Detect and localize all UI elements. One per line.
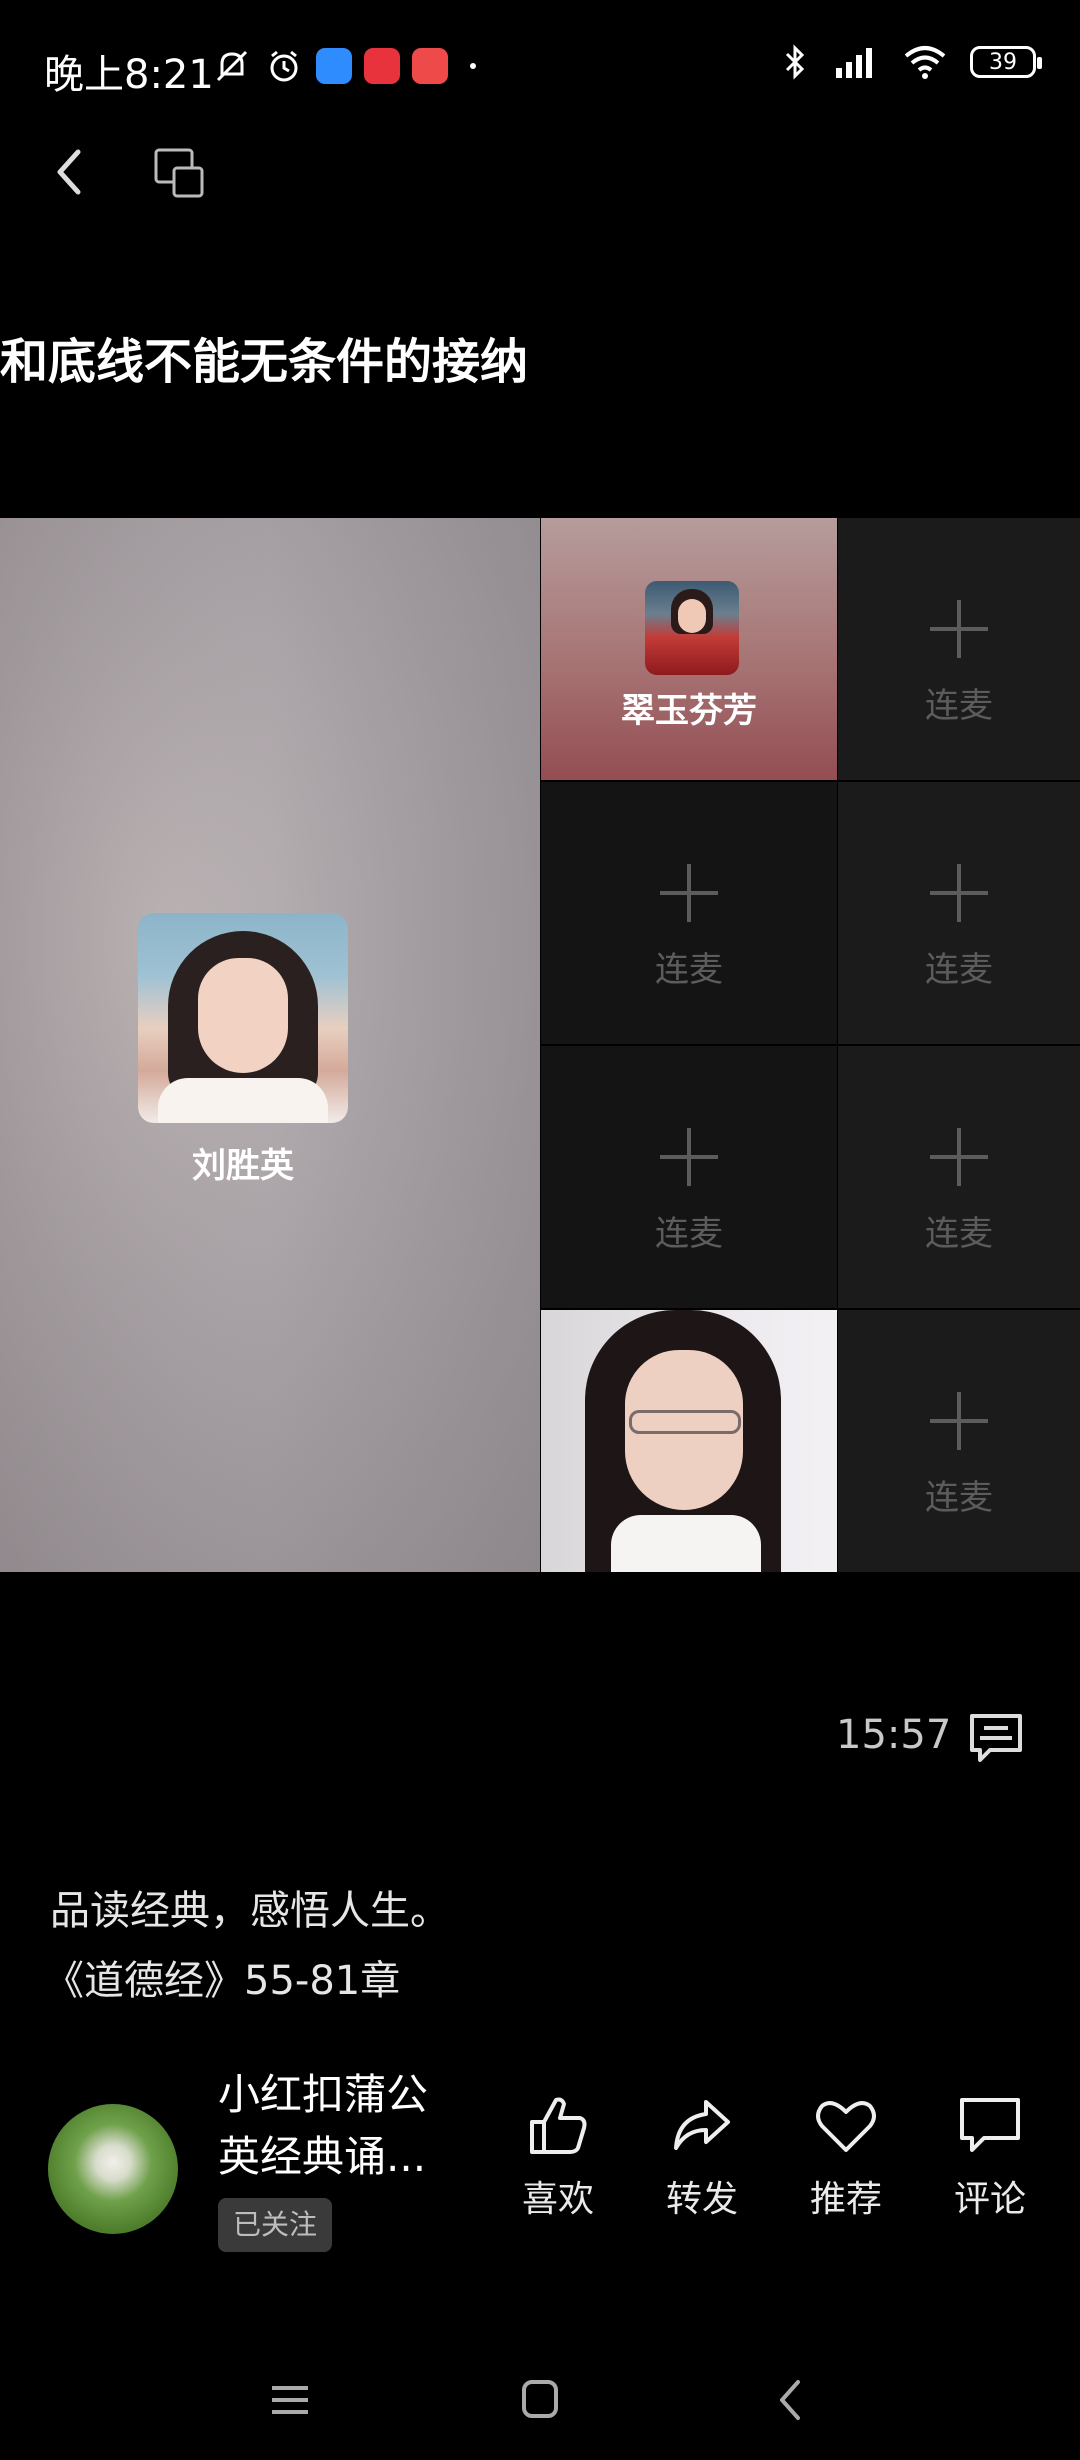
mic-slot-label: 连麦 bbox=[925, 950, 993, 990]
signal-icon bbox=[836, 48, 872, 78]
mic-slot-label: 连麦 bbox=[925, 1478, 993, 1518]
guest-avatar bbox=[645, 581, 739, 675]
app-icon-blue bbox=[316, 48, 352, 84]
description-line2: 《道德经》55-81章 bbox=[44, 1958, 401, 2004]
mic-slot[interactable]: 连麦 bbox=[541, 1046, 837, 1308]
alarm-icon bbox=[270, 50, 298, 82]
share-button[interactable]: 转发 bbox=[652, 2090, 752, 2222]
recommend-button[interactable]: 推荐 bbox=[796, 2090, 896, 2222]
share-icon bbox=[674, 2100, 730, 2150]
mic-slot[interactable]: 连麦 bbox=[838, 1310, 1080, 1572]
bluetooth-icon bbox=[785, 44, 805, 80]
plus-icon bbox=[930, 1128, 988, 1186]
comment-label: 评论 bbox=[953, 2179, 1026, 2220]
mic-slot-label: 连麦 bbox=[655, 1214, 723, 1254]
status-time: 晚上8:21 bbox=[44, 52, 214, 98]
live-grid: 刘胜英 翠玉芬芳 连麦 连麦 连麦 连麦 连麦 连麦 bbox=[0, 518, 1080, 1572]
live-duration: 15:57 bbox=[836, 1712, 952, 1758]
plus-icon bbox=[930, 864, 988, 922]
share-label: 转发 bbox=[665, 2179, 738, 2220]
mute-icon bbox=[216, 50, 248, 82]
like-label: 喜欢 bbox=[521, 2179, 594, 2220]
battery-icon: 39 bbox=[970, 46, 1042, 78]
mic-slot[interactable]: 连麦 bbox=[838, 518, 1080, 780]
recommend-label: 推荐 bbox=[809, 2179, 882, 2220]
mic-slot[interactable]: 连麦 bbox=[541, 782, 837, 1044]
thumbs-up-icon bbox=[530, 2097, 587, 2154]
danmaku-icon[interactable] bbox=[966, 1710, 1026, 1766]
mic-slot-label: 连麦 bbox=[655, 950, 723, 990]
speaker-video[interactable] bbox=[541, 1310, 837, 1572]
status-left-icons bbox=[212, 46, 476, 86]
dot-icon bbox=[470, 63, 476, 69]
comment-icon bbox=[960, 2098, 1020, 2152]
comment-button[interactable]: 评论 bbox=[940, 2090, 1040, 2222]
nav-back-icon[interactable] bbox=[760, 2370, 820, 2430]
host-cell[interactable]: 刘胜英 bbox=[0, 518, 540, 1572]
home-icon[interactable] bbox=[510, 2370, 570, 2430]
app-icon-red bbox=[412, 48, 448, 84]
wifi-icon bbox=[904, 46, 946, 79]
mini-window-icon[interactable] bbox=[150, 144, 210, 202]
plus-icon bbox=[660, 1128, 718, 1186]
mic-slot-label: 连麦 bbox=[925, 686, 993, 726]
plus-icon bbox=[660, 864, 718, 922]
guest-cell[interactable]: 翠玉芬芳 bbox=[541, 518, 837, 780]
guest-name: 翠玉芬芳 bbox=[621, 691, 757, 731]
plus-icon bbox=[930, 1392, 988, 1450]
mic-slot[interactable]: 连麦 bbox=[838, 782, 1080, 1044]
follow-status-badge[interactable]: 已关注 bbox=[218, 2198, 332, 2252]
author-name[interactable]: 小红扣蒲公英经典诵... bbox=[218, 2064, 468, 2188]
like-button[interactable]: 喜欢 bbox=[508, 2090, 608, 2222]
description-line1: 品读经典，感悟人生。 bbox=[50, 1888, 450, 1934]
banner-text: 和底线不能无条件的接纳 bbox=[0, 334, 529, 390]
status-bar: 晚上8:21 39 bbox=[0, 0, 1080, 140]
plus-icon bbox=[930, 600, 988, 658]
status-right-icons: 39 bbox=[780, 42, 1042, 82]
menu-icon[interactable] bbox=[260, 2370, 320, 2430]
mic-slot[interactable]: 连麦 bbox=[838, 1046, 1080, 1308]
host-avatar bbox=[138, 913, 348, 1123]
back-icon[interactable] bbox=[40, 140, 100, 204]
app-icon-red-heart bbox=[364, 48, 400, 84]
host-name: 刘胜英 bbox=[192, 1146, 294, 1186]
heart-icon bbox=[816, 2101, 876, 2152]
mic-slot-label: 连麦 bbox=[925, 1214, 993, 1254]
author-avatar[interactable] bbox=[48, 2104, 178, 2234]
